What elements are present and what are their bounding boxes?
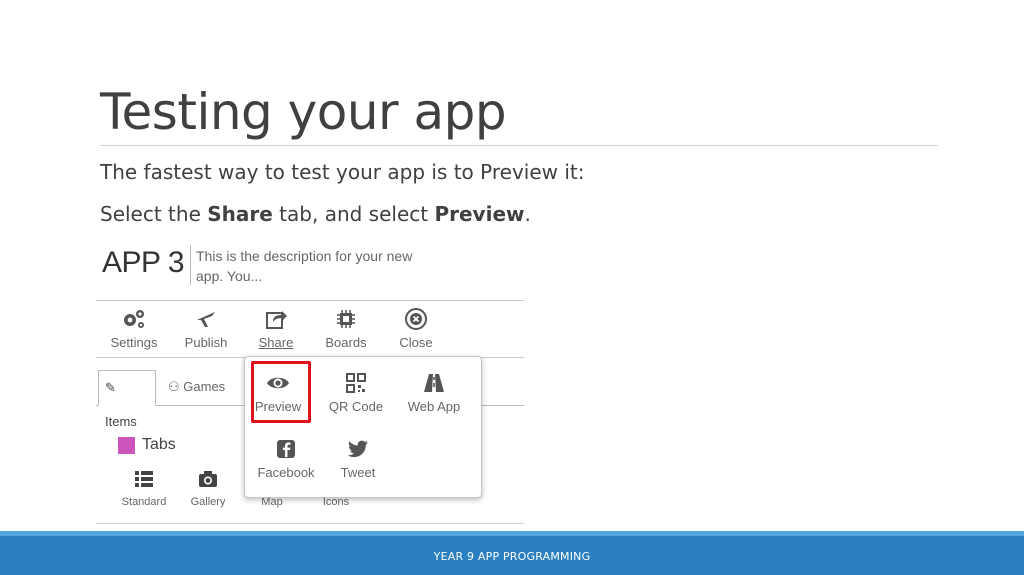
airplane-icon <box>197 312 215 327</box>
instruction-preview: Preview <box>434 202 525 226</box>
close-button[interactable]: Close <box>386 307 446 350</box>
slide-title: Testing your app <box>100 83 507 141</box>
intro-text: The fastest way to test your app is to P… <box>100 160 585 184</box>
close-icon <box>405 308 427 330</box>
tweet-menu-item[interactable]: Tweet <box>325 437 391 480</box>
web-app-menu-item[interactable]: Web App <box>401 371 467 414</box>
boards-button[interactable]: Boards <box>316 307 376 350</box>
publish-label: Publish <box>184 335 228 350</box>
share-icon <box>266 311 287 329</box>
share-button[interactable]: Share <box>246 307 306 350</box>
layout-gallery[interactable]: Gallery <box>178 468 238 508</box>
tab-games-label: Games <box>183 379 226 394</box>
instruction-part: tab, and select <box>272 202 435 226</box>
footer-text: YEAR 9 APP PROGRAMMING <box>433 550 591 563</box>
preview-highlight-box <box>251 361 311 423</box>
instruction-share: Share <box>207 202 273 226</box>
share-dropdown: Preview QR Code Web App Facebook Tweet <box>244 356 482 498</box>
camera-icon <box>199 471 217 487</box>
share-label: Share <box>258 335 294 350</box>
app-header-divider <box>190 245 191 285</box>
layout-gallery-label: Gallery <box>190 496 226 508</box>
edit-icon: ✎ <box>105 380 116 395</box>
boards-label: Boards <box>325 335 367 350</box>
web-app-label: Web App <box>407 399 461 414</box>
screenshot-bottom-edge <box>96 523 524 524</box>
instruction-text: Select the Share tab, and select Preview… <box>100 200 531 228</box>
qr-code-icon <box>346 373 366 393</box>
instruction-part: Select the <box>100 202 208 226</box>
section-label: Tabs <box>118 436 176 454</box>
publish-button[interactable]: Publish <box>176 307 236 350</box>
title-divider <box>100 145 938 146</box>
qr-code-menu-item[interactable]: QR Code <box>323 371 389 414</box>
slide-footer: YEAR 9 APP PROGRAMMING <box>0 536 1024 575</box>
tab-items[interactable]: ✎ Items <box>98 370 156 429</box>
tab-games[interactable]: ⚇ Games <box>162 370 231 406</box>
close-label: Close <box>399 335 433 350</box>
tweet-label: Tweet <box>340 465 376 480</box>
app-description: This is the description for your new app… <box>196 248 413 284</box>
app-toolbar: Settings Publish Share Boards Close <box>96 300 524 358</box>
chip-icon <box>337 310 355 328</box>
twitter-bird-icon <box>347 440 368 458</box>
facebook-label: Facebook <box>257 465 315 480</box>
section-label-text: Tabs <box>142 436 176 453</box>
layout-standard-label: Standard <box>121 496 167 508</box>
facebook-icon <box>277 440 295 458</box>
facebook-menu-item[interactable]: Facebook <box>253 437 319 480</box>
list-icon <box>135 471 153 487</box>
qr-code-label: QR Code <box>328 399 384 414</box>
settings-label: Settings <box>110 335 158 350</box>
app-screenshot: APP 3 This is the description for your n… <box>96 240 524 525</box>
layout-standard[interactable]: Standard <box>114 468 174 508</box>
road-icon <box>424 374 444 392</box>
gamepad-icon: ⚇ <box>168 379 180 394</box>
app-name: APP 3 <box>102 246 185 279</box>
tab-items-label: Items <box>105 414 137 429</box>
gears-icon <box>124 310 144 328</box>
settings-button[interactable]: Settings <box>104 307 164 350</box>
instruction-part: . <box>524 202 531 226</box>
